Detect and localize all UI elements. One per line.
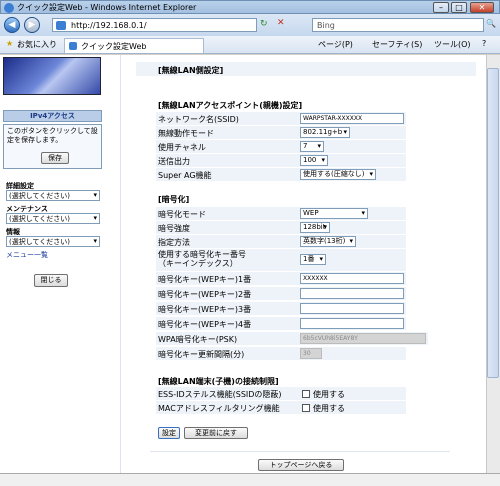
ssid-input[interactable]: WARPSTAR-XXXXXX	[300, 113, 404, 124]
tab-label: クイック設定Web	[81, 42, 147, 51]
forward-button[interactable]: ▶	[24, 17, 40, 33]
enc-mode-select[interactable]: WEP	[300, 208, 368, 219]
status-bar	[0, 473, 500, 486]
save-button[interactable]: 保存	[41, 152, 69, 164]
wep-key2-input[interactable]	[300, 288, 404, 299]
favorites-star-icon: ★	[6, 39, 14, 48]
enc-mode-label: 暗号化モード	[158, 210, 206, 219]
super-ag-select[interactable]: 使用する(圧縮なし)	[300, 169, 376, 180]
tx-power-label: 送信出力	[158, 157, 190, 166]
mac-filter-checkbox[interactable]	[302, 404, 310, 412]
page-title: [無線LAN側設定]	[158, 66, 224, 75]
top-page-button[interactable]: トップページへ戻る	[258, 459, 344, 471]
access-point-header: [無線LANアクセスポイント(親機)設定]	[158, 101, 303, 110]
wep-key3-input[interactable]	[300, 303, 404, 314]
info-select[interactable]: (選択してください)	[6, 236, 100, 247]
page-icon	[56, 21, 66, 30]
client-restriction-header: [無線LAN端末(子機)の接続制限]	[158, 377, 279, 386]
wep-key1-label: 暗号化キー(WEPキー)1番	[158, 275, 252, 284]
wireless-mode-label: 無線動作モード	[158, 129, 214, 138]
maintenance-select[interactable]: (選択してください)	[6, 213, 100, 224]
key-index-select[interactable]: 1番	[300, 254, 326, 265]
detail-settings-select[interactable]: (選択してください)	[6, 190, 100, 201]
tx-power-select[interactable]: 100	[300, 155, 328, 166]
back-button[interactable]: ◀	[4, 17, 20, 33]
psk-label: WPA暗号化キー(PSK)	[158, 335, 238, 344]
ess-stealth-checkbox[interactable]	[302, 390, 310, 398]
channel-select[interactable]: 7	[300, 141, 324, 152]
tab-page-icon	[69, 42, 77, 50]
key-index-label: 使用する暗号化キー番号 （キーインデックス）	[158, 250, 246, 268]
page-menu[interactable]: ページ(P)	[318, 39, 353, 50]
psk-input[interactable]: 6b5cVUh8i5EAY8Y	[300, 333, 426, 344]
super-ag-label: Super AG機能	[158, 171, 212, 180]
wep-key4-input[interactable]	[300, 318, 404, 329]
help-menu[interactable]: ?	[482, 39, 486, 48]
window-title: クイック設定Web - Windows Internet Explorer	[17, 3, 197, 12]
brand-banner	[3, 57, 101, 95]
wireless-mode-select[interactable]: 802.11g+b	[300, 127, 350, 138]
wep-key4-label: 暗号化キー(WEPキー)4番	[158, 320, 252, 329]
ie-icon	[4, 3, 14, 13]
save-panel: このボタンをクリックして設定を保存します。 保存	[3, 124, 102, 169]
tools-menu[interactable]: ツール(O)	[434, 39, 471, 50]
menu-list-link[interactable]: メニュー一覧	[6, 250, 48, 260]
revert-button[interactable]: 変更前に戻す	[184, 427, 248, 439]
favorites-button[interactable]: お気に入り	[17, 39, 57, 50]
search-engine-label: Bing	[317, 21, 335, 30]
ess-stealth-option: 使用する	[313, 390, 345, 399]
tab-quick-settings[interactable]: クイック設定Web	[64, 38, 204, 53]
wep-key1-input[interactable]: XXXXXX	[300, 273, 404, 284]
address-input[interactable]: http://192.168.0.1/	[52, 18, 257, 32]
window-title-bar: クイック設定Web - Windows Internet Explorer – …	[0, 0, 500, 14]
ssid-label: ネットワーク名(SSID)	[158, 115, 239, 124]
mac-filter-label: MACアドレスフィルタリング機能	[158, 404, 280, 413]
safety-menu[interactable]: セーフティ(S)	[372, 39, 422, 50]
address-url: http://192.168.0.1/	[71, 21, 147, 30]
stop-icon[interactable]: ✕	[277, 18, 285, 28]
mac-filter-option: 使用する	[313, 404, 345, 413]
close-window-button[interactable]: ✕	[470, 2, 494, 13]
enc-strength-label: 暗号強度	[158, 224, 190, 233]
scrollbar-thumb[interactable]	[487, 68, 499, 378]
maximize-button[interactable]: □	[451, 2, 467, 13]
address-toolbar: ◀ ▶ http://192.168.0.1/ ↻ ✕ Bing 🔍	[0, 14, 500, 36]
minimize-button[interactable]: –	[433, 2, 449, 13]
key-format-label: 指定方法	[158, 238, 190, 247]
search-input[interactable]: Bing	[312, 18, 484, 32]
channel-label: 使用チャネル	[158, 143, 206, 152]
close-button[interactable]: 閉じる	[34, 274, 68, 287]
wep-key3-label: 暗号化キー(WEPキー)3番	[158, 305, 252, 314]
encryption-header: [暗号化]	[158, 195, 190, 204]
search-icon[interactable]: 🔍	[486, 19, 496, 28]
refresh-icon[interactable]: ↻	[260, 19, 268, 29]
key-format-select[interactable]: 英数字(13桁)	[300, 236, 356, 247]
ess-stealth-label: ESS-IDステルス機能(SSIDの隠蔽)	[158, 390, 282, 399]
ipv4-access-header: IPv4アクセス	[3, 110, 102, 122]
set-button[interactable]: 設定	[158, 427, 180, 439]
enc-strength-select[interactable]: 128bit	[300, 222, 330, 233]
wep-key2-label: 暗号化キー(WEPキー)2番	[158, 290, 252, 299]
key-update-interval-input[interactable]: 30	[300, 348, 322, 359]
save-description: このボタンをクリックして設定を保存します。	[7, 127, 98, 144]
key-update-interval-label: 暗号化キー更新間隔(分)	[158, 350, 245, 359]
